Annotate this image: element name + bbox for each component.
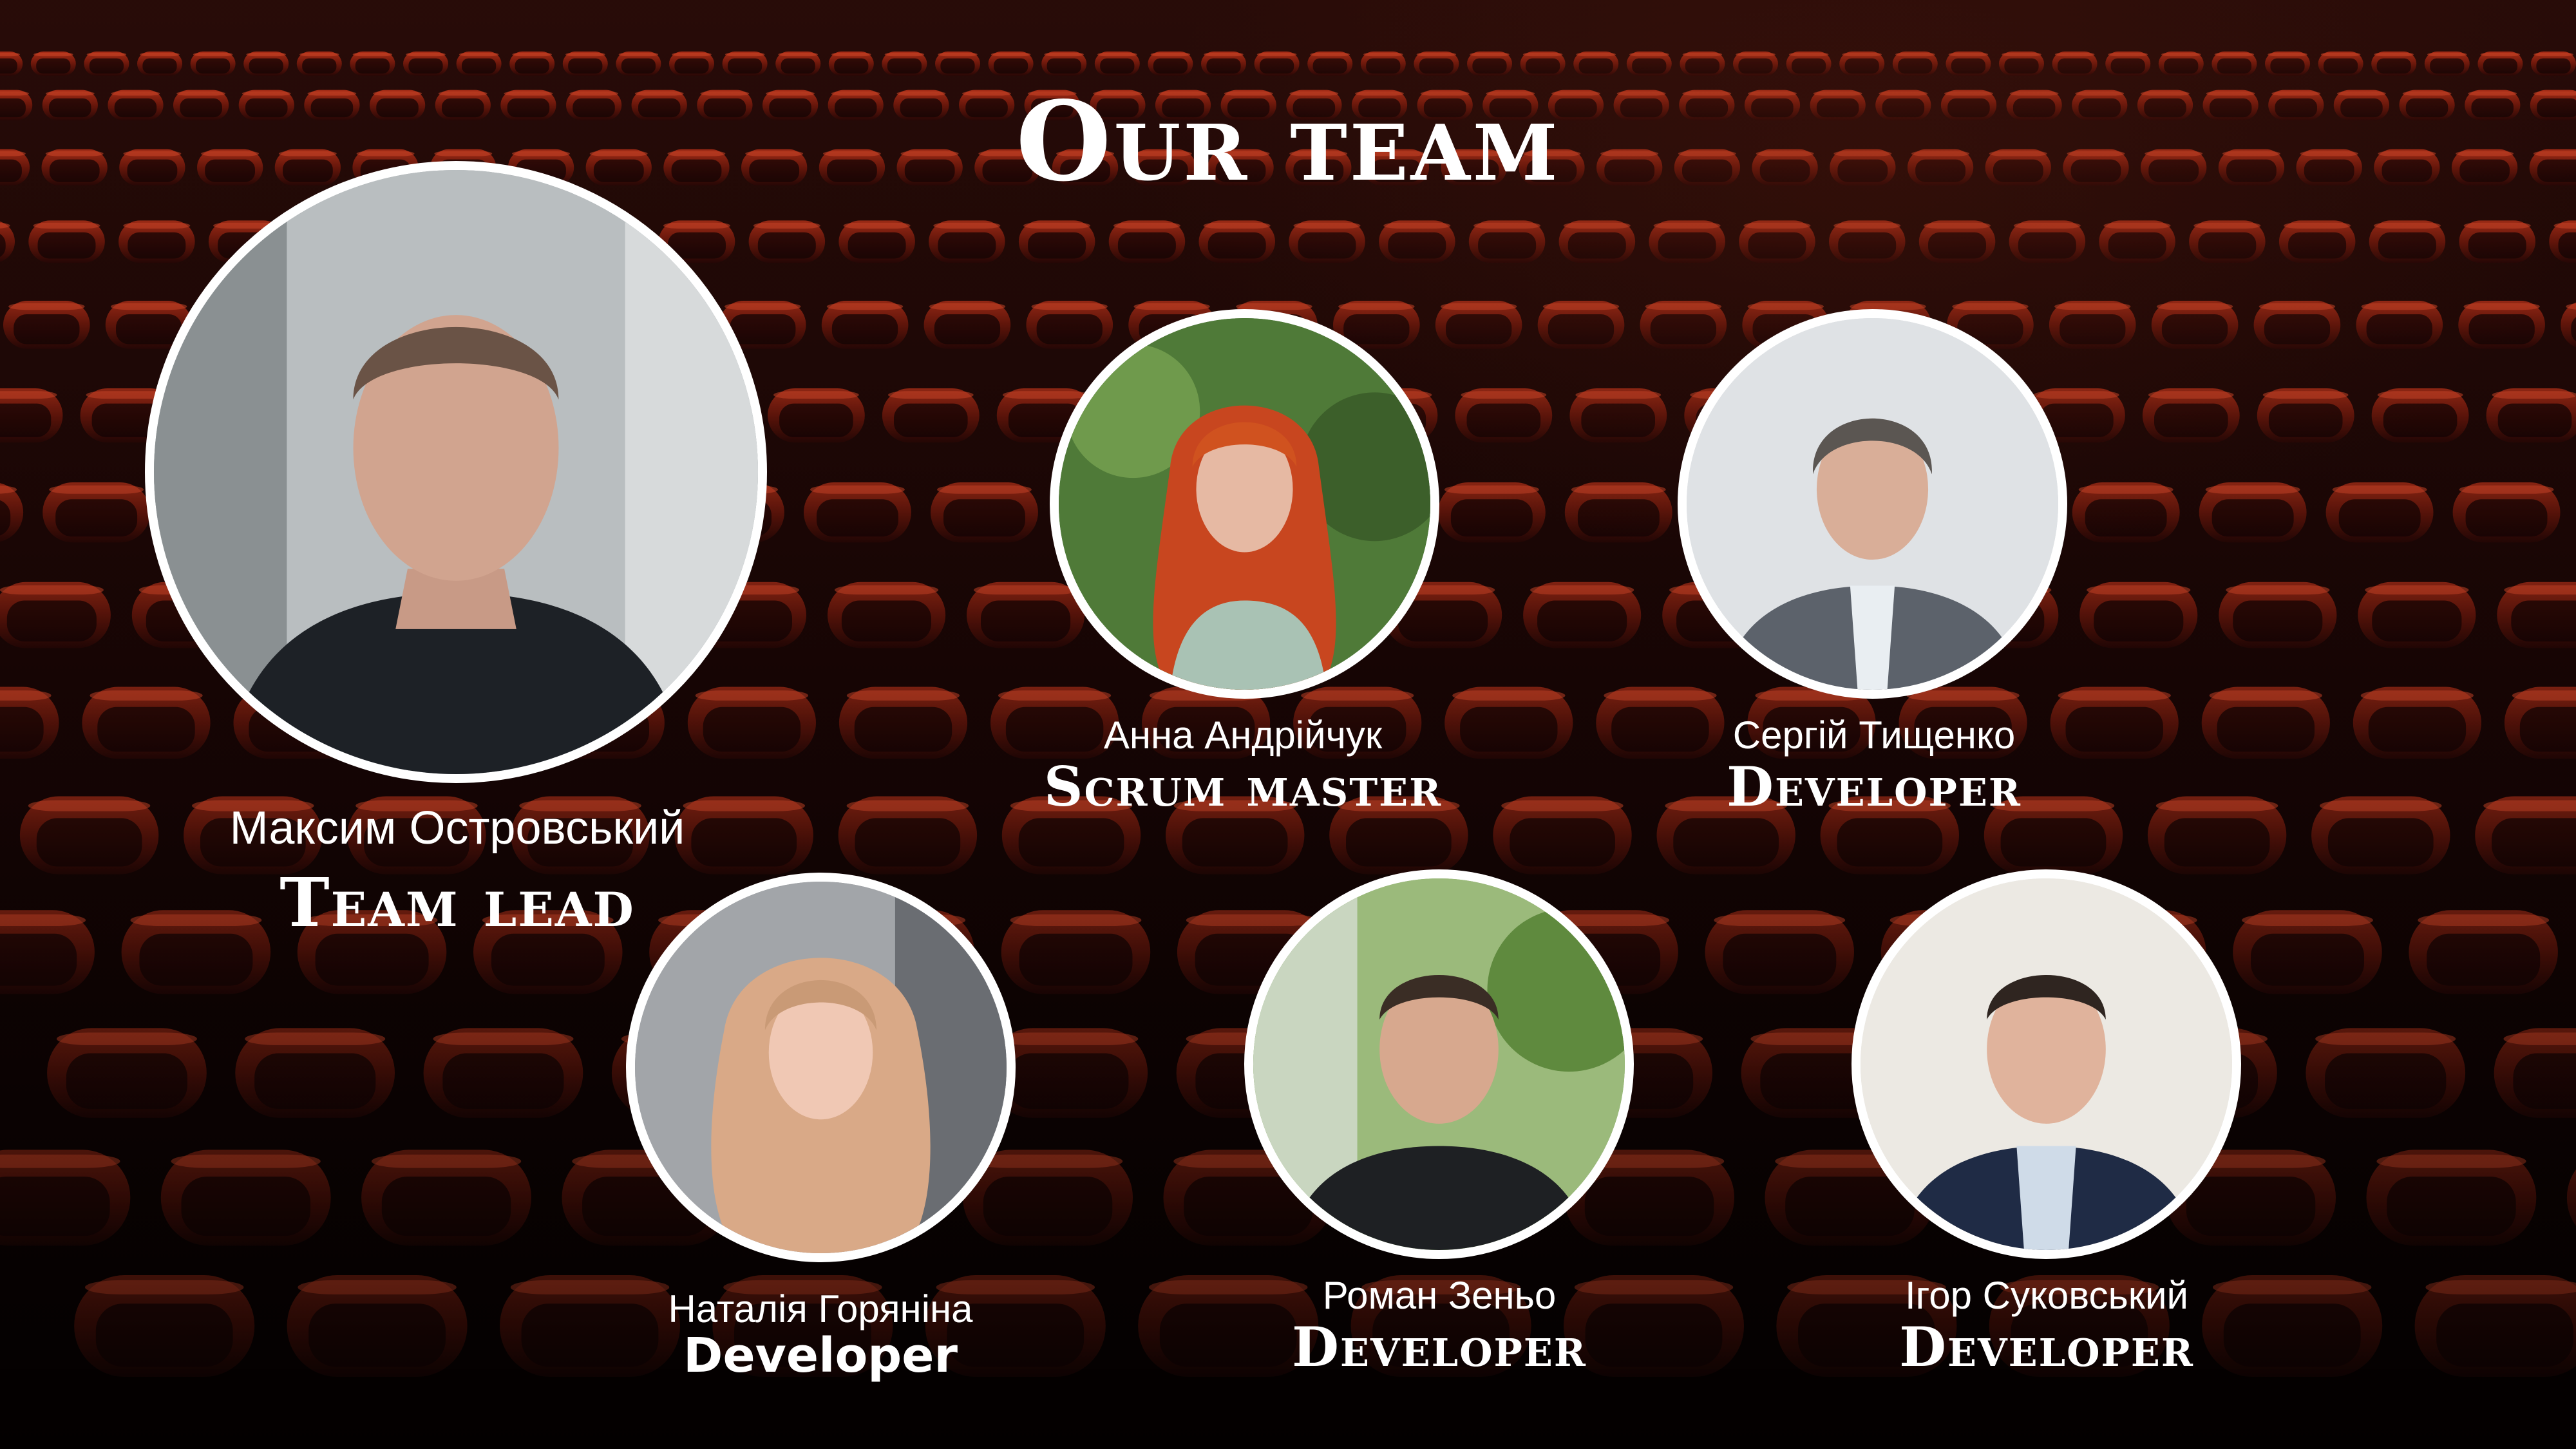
developer-role-1: Developer xyxy=(1727,755,2022,819)
developer-photo-4 xyxy=(1852,869,2241,1259)
team-lead-name: Максим Островський xyxy=(229,802,685,854)
person-icon xyxy=(1687,318,2058,690)
person-icon xyxy=(1861,878,2232,1250)
developer-role-2: Developer xyxy=(683,1328,958,1383)
person-icon xyxy=(154,170,758,774)
person-icon xyxy=(1253,878,1625,1250)
scrum-master-photo xyxy=(1050,309,1439,699)
developer-photo-3 xyxy=(1244,869,1634,1259)
developer-name-1: Сергій Тищенко xyxy=(1732,714,2016,757)
scrum-master-name: Анна Андрійчук xyxy=(1103,714,1383,757)
developer-photo-1 xyxy=(1678,309,2067,699)
person-icon xyxy=(635,882,1007,1253)
team-lead-photo xyxy=(145,161,767,783)
developer-role-4: Developer xyxy=(1899,1315,2194,1379)
slide-title: Our team xyxy=(1016,77,1560,206)
person-icon xyxy=(1059,318,1430,690)
scrum-master-role: Scrum master xyxy=(1043,755,1443,819)
developer-name-3: Роман Зеньо xyxy=(1322,1274,1557,1317)
team-lead-role: Team lead xyxy=(279,863,635,942)
team-slide: Our team Максим Островський Team lead Ан… xyxy=(0,0,2576,1449)
developer-photo-2 xyxy=(626,873,1016,1262)
developer-name-4: Ігор Суковський xyxy=(1904,1274,2188,1317)
developer-role-3: Developer xyxy=(1292,1315,1587,1379)
developer-name-2: Наталія Горяніна xyxy=(668,1287,973,1331)
